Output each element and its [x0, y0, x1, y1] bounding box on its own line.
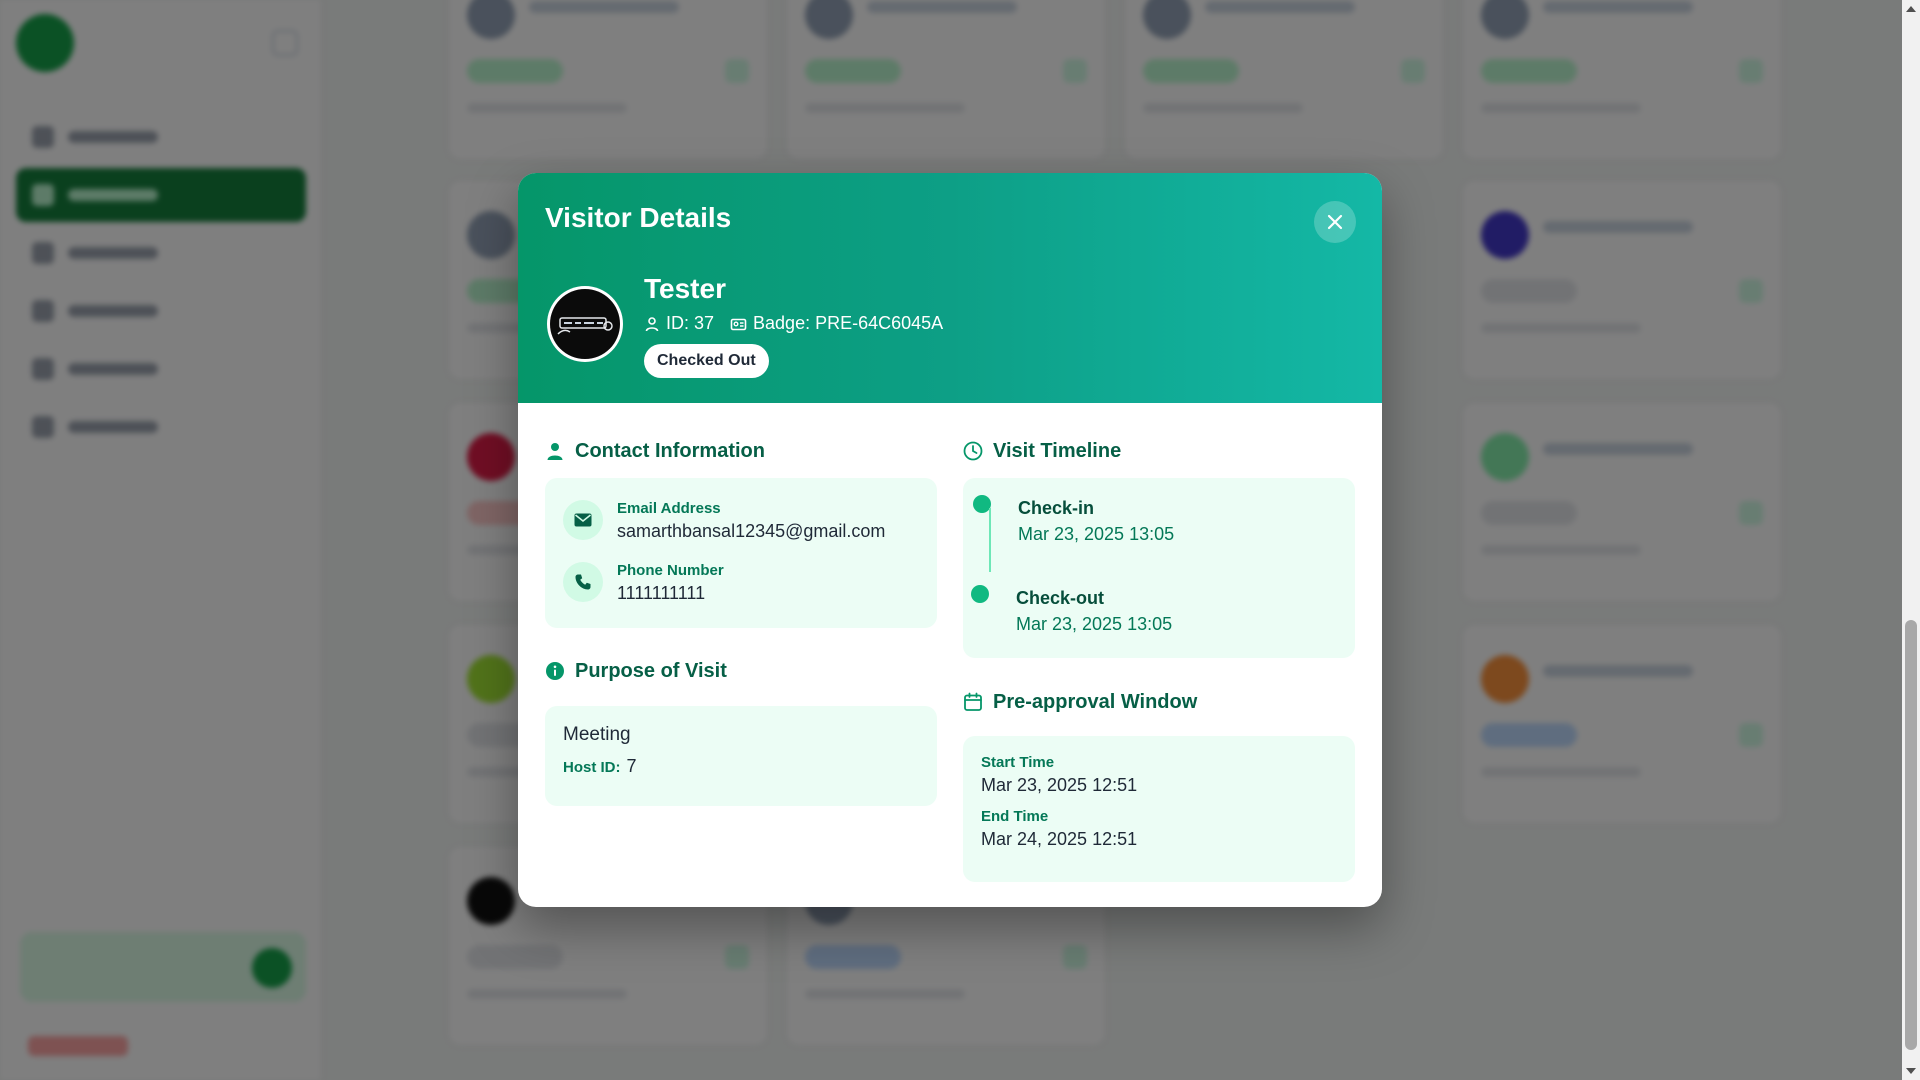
page-scrollbar[interactable]	[1902, 0, 1920, 1080]
purpose-card: Meeting Host ID: 7	[545, 706, 937, 806]
visitor-photo	[550, 289, 620, 359]
end-time-value: Mar 24, 2025 12:51	[981, 829, 1138, 849]
calendar-icon	[964, 692, 982, 711]
phone-icon	[575, 574, 591, 590]
mail-icon	[574, 513, 592, 527]
visitor-avatar	[547, 286, 623, 362]
email-row: Email Address samarthbansal12345@gmail.c…	[563, 500, 919, 562]
scroll-thumb[interactable]	[1905, 620, 1917, 1050]
checkin-time: Mar 23, 2025 13:05	[1018, 524, 1175, 544]
timeline-line	[989, 508, 991, 572]
close-icon	[1327, 214, 1343, 230]
user-icon	[645, 316, 659, 331]
scroll-up-arrow-icon[interactable]	[1906, 6, 1916, 12]
person-icon	[547, 443, 563, 460]
start-time-label: Start Time	[981, 754, 1055, 771]
timeline-card: Check-in Mar 23, 2025 13:05 Check-out Ma…	[963, 478, 1355, 658]
badge-icon	[730, 318, 747, 330]
host-label: Host ID:	[563, 759, 621, 776]
checkout-label: Check-out	[1016, 588, 1105, 608]
start-time-value: Mar 23, 2025 12:51	[981, 775, 1138, 795]
checkin-label: Check-in	[1018, 498, 1095, 518]
end-time-label: End Time	[981, 808, 1049, 825]
timeline-title: Visit Timeline	[993, 439, 1122, 462]
phone-value: 1111111111	[617, 583, 706, 603]
modal-title: Visitor Details	[545, 202, 732, 233]
purpose-text: Meeting	[563, 724, 631, 745]
clock-icon	[963, 441, 983, 461]
visitor-name: Tester	[644, 273, 726, 304]
modal-header: Visitor Details Tester ID: 37 Badge: PRE…	[518, 173, 1382, 403]
contact-section-title: Contact Information	[545, 437, 765, 465]
visitor-details-modal: Visitor Details Tester ID: 37 Badge: PRE…	[518, 173, 1382, 907]
host-row: Host ID: 7	[563, 756, 919, 777]
phone-icon-wrap	[563, 562, 603, 602]
visitor-badge-text: Badge: PRE-64C6045A	[753, 313, 944, 333]
email-label: Email Address	[617, 500, 721, 517]
purpose-title: Purpose of Visit	[575, 659, 727, 682]
modal-body: Contact Information Email Address samart…	[518, 403, 1382, 907]
preapproval-section-title: Pre-approval Window	[963, 688, 1197, 716]
purpose-section-title: Purpose of Visit	[545, 657, 727, 685]
visitor-meta: ID: 37 Badge: PRE-64C6045A	[644, 313, 943, 334]
phone-label: Phone Number	[617, 562, 724, 579]
contact-card: Email Address samarthbansal12345@gmail.c…	[545, 478, 937, 628]
host-value: 7	[626, 756, 637, 776]
checkout-dot	[971, 585, 989, 603]
checkout-time: Mar 23, 2025 13:05	[1016, 614, 1173, 634]
close-button[interactable]	[1314, 201, 1356, 243]
phone-row: Phone Number 1111111111	[563, 562, 919, 624]
scroll-down-arrow-icon[interactable]	[1906, 1068, 1916, 1074]
timeline-section-title: Visit Timeline	[963, 437, 1121, 465]
visitor-id: ID: 37	[644, 313, 714, 334]
info-icon	[546, 662, 564, 680]
email-icon-wrap	[563, 500, 603, 540]
visitor-id-text: ID: 37	[666, 313, 715, 333]
preapproval-card: Start Time Mar 23, 2025 12:51 End Time M…	[963, 736, 1355, 882]
email-value: samarthbansal12345@gmail.com	[617, 521, 886, 541]
visitor-badge: Badge: PRE-64C6045A	[730, 313, 943, 334]
contact-title: Contact Information	[575, 439, 765, 462]
status-badge: Checked Out	[644, 344, 769, 378]
preapproval-title: Pre-approval Window	[993, 690, 1198, 713]
